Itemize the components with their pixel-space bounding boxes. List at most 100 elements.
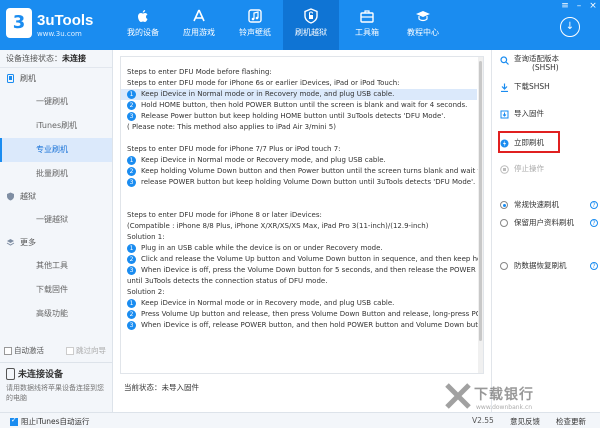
sidebar-group-flash: 刷机 <box>0 68 112 90</box>
sidebar-item-advanced[interactable]: 高级功能 <box>0 302 112 326</box>
nav-my-device[interactable]: 我的设备 <box>115 0 171 50</box>
sidebar-options: 自动激活 跳过向导 <box>0 343 113 357</box>
step-number: 3 <box>127 112 136 121</box>
step-item: 1 Keep iDevice in Normal mode or in Recov… <box>121 89 477 100</box>
nav-toolbox[interactable]: 工具箱 <box>339 0 395 50</box>
nav-tutorials[interactable]: 教程中心 <box>395 0 451 50</box>
nav-ringtones[interactable]: 铃声壁纸 <box>227 0 283 50</box>
dfu-instructions[interactable]: Steps to enter DFU Mode before flashing:… <box>120 56 484 374</box>
sidebar-item-batch-flash[interactable]: 批量刷机 <box>0 162 112 186</box>
step-text: Click and release the Volume Up button a… <box>141 255 483 263</box>
step-number: 3 <box>127 321 136 330</box>
current-status: 当前状态：未导入固件 <box>124 382 199 393</box>
step-text: Release Power button but keep holding HO… <box>141 112 446 120</box>
download-shsh-button[interactable]: 下载SHSH <box>500 77 595 97</box>
jailbreak-icon <box>304 8 318 24</box>
query-shsh-button[interactable]: 查询适配版本 (SHSH) <box>500 54 595 74</box>
action-panel: 查询适配版本 (SHSH) 下载SHSH 导入固件 立即刷机 停止操作 常规快速… <box>491 50 600 412</box>
checkbox-box <box>4 347 12 355</box>
sidebar-item-download-firmware[interactable]: 下载固件 <box>0 278 112 302</box>
section-subtitle: Steps to enter DFU mode for iPhone 7/7 P… <box>127 145 341 153</box>
nav-flash-jailbreak[interactable]: 刷机越狱 <box>283 0 339 50</box>
app-name: 3uTools <box>37 12 94 29</box>
import-firmware-label: 导入固件 <box>514 109 544 118</box>
sidebar-group-more: 更多 <box>0 232 112 254</box>
step-number: 2 <box>127 310 136 319</box>
step-number: 2 <box>127 255 136 264</box>
sidebar-item-other-tools[interactable]: 其他工具 <box>0 254 112 278</box>
sidebar-item-pro-flash[interactable]: 专业刷机 <box>0 138 112 162</box>
flash-now-highlight <box>498 131 560 153</box>
step-text: When iDevice is off, release POWER butto… <box>141 321 483 329</box>
sidebar-item-itunes-flash[interactable]: iTunes刷机 <box>0 114 112 138</box>
solution-title: Solution 1: <box>127 233 165 241</box>
step-item: 3 When iDevice is off, release POWER butt… <box>127 320 483 331</box>
step-item: 2 Press Volume Up button and release, the… <box>127 309 483 320</box>
skip-guide-checkbox[interactable]: 跳过向导 <box>66 345 106 356</box>
device-description: 请用数据线将苹果设备连接到您的电脑 <box>6 384 104 402</box>
nav-label: 刷机越狱 <box>295 28 327 37</box>
app-logo: 3 3uTools www.3u.com <box>6 6 116 44</box>
block-itunes-checkbox[interactable]: 阻止iTunes自动运行 <box>0 416 90 427</box>
section-note: ( Please note: This method also applies … <box>127 123 336 131</box>
checkbox-box <box>66 347 74 355</box>
watermark-url: www.downbank.cn <box>476 404 533 411</box>
step-text: When iDevice is off, press the Volume Do… <box>141 266 483 274</box>
sidebar-item-one-click-jailbreak[interactable]: 一键越狱 <box>0 208 112 232</box>
sidebar-group-jailbreak: 越狱 <box>0 186 112 208</box>
nav-apps[interactable]: 应用游戏 <box>171 0 227 50</box>
download-manager-button[interactable]: ↓ <box>560 17 580 37</box>
mode-label: 防数据恢复刷机 <box>514 261 567 270</box>
logo-badge: 3 <box>6 8 32 38</box>
step-item: 1 Keep iDevice in Normal mode or in Recov… <box>127 298 477 309</box>
radio-indicator <box>500 219 508 227</box>
step-number: 1 <box>127 244 136 253</box>
step-item: 1 Keep iDevice in Normal mode or Recovery… <box>127 155 477 166</box>
sidebar-group-label: 刷机 <box>20 74 36 83</box>
auto-activate-checkbox[interactable]: 自动激活 <box>4 345 44 356</box>
shield-icon <box>7 192 14 201</box>
step-number: 3 <box>127 178 136 187</box>
nav-label: 教程中心 <box>407 28 439 37</box>
sidebar: 设备连接状态：未连接 刷机 一键刷机 iTunes刷机 专业刷机 批量刷机 越狱… <box>0 50 113 412</box>
top-bar: 3 3uTools www.3u.com 我的设备 应用游戏 铃声壁纸 刷机越狱… <box>0 0 600 50</box>
section-subtitle: Steps to enter DFU mode for iPhone 8 or … <box>127 211 322 219</box>
sidebar-group-label: 越狱 <box>20 192 36 201</box>
minimize-icon[interactable]: – <box>572 0 586 12</box>
close-icon[interactable]: × <box>586 0 600 12</box>
search-icon <box>500 56 509 65</box>
connection-status: 设备连接状态：未连接 <box>0 50 112 68</box>
checkbox-box <box>10 416 18 426</box>
help-icon[interactable]: ? <box>590 262 598 270</box>
stop-button[interactable]: 停止操作 <box>500 159 595 179</box>
step-item: 3 Release Power button but keep holding H… <box>127 111 477 122</box>
step-text: Plug in an USB cable while the device is… <box>141 244 383 252</box>
nav-label: 我的设备 <box>127 28 159 37</box>
connection-value: 未连接 <box>62 54 86 63</box>
radio-indicator <box>500 201 508 209</box>
step-text: release POWER button but keep holding Vo… <box>141 178 476 186</box>
step-number: 1 <box>127 299 136 308</box>
mode-keep-data-radio[interactable]: 保留用户资料刷机 ? <box>500 216 598 230</box>
section-title: Steps to enter DFU Mode before flashing: <box>127 68 272 76</box>
auto-activate-label: 自动激活 <box>14 346 44 355</box>
nav-label: 铃声壁纸 <box>239 28 271 37</box>
status-value: 未导入固件 <box>161 383 200 392</box>
import-firmware-button[interactable]: 导入固件 <box>500 104 595 124</box>
sidebar-item-one-click-flash[interactable]: 一键刷机 <box>0 90 112 114</box>
download-icon <box>501 83 508 92</box>
device-title: 未连接设备 <box>6 367 107 380</box>
step-item: 3 release POWER button but keep holding V… <box>127 177 477 188</box>
step-text: Press Volume Up button and release, then… <box>141 310 483 318</box>
vertical-scrollbar[interactable] <box>478 57 483 373</box>
mode-label: 保留用户资料刷机 <box>514 218 574 227</box>
mode-regular-radio[interactable]: 常规快速刷机 ? <box>500 198 598 212</box>
menu-icon[interactable]: ≡ <box>558 0 572 12</box>
phone-icon <box>7 74 14 83</box>
radio-indicator <box>500 262 508 270</box>
help-icon[interactable]: ? <box>590 219 598 227</box>
help-icon[interactable]: ? <box>590 201 598 209</box>
mode-anti-recovery-radio[interactable]: 防数据恢复刷机 ? <box>500 259 598 273</box>
layers-icon <box>6 239 15 246</box>
download-shsh-label: 下载SHSH <box>514 82 550 91</box>
